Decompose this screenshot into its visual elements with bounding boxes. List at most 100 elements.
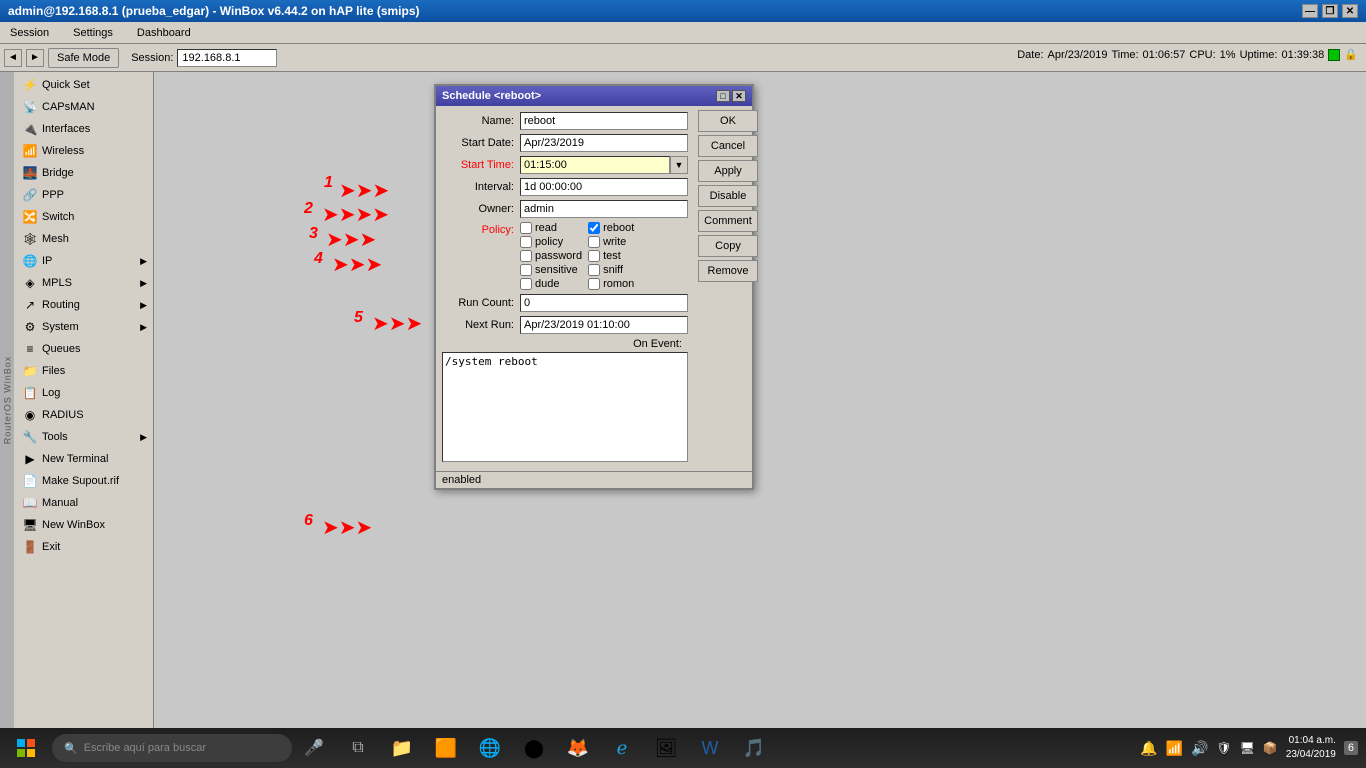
sidebar-item-new-terminal[interactable]: ▶ New Terminal: [14, 448, 153, 470]
session-input[interactable]: [177, 49, 277, 67]
sidebar-item-mesh[interactable]: 🕸 Mesh: [14, 228, 153, 250]
interval-input[interactable]: [520, 178, 688, 196]
start-time-dropdown-button[interactable]: ▼: [670, 156, 688, 174]
start-time-field: ▼: [520, 156, 688, 174]
script-textarea[interactable]: /system reboot: [442, 352, 688, 462]
new-terminal-icon: ▶: [22, 451, 38, 467]
sidebar-item-tools[interactable]: 🔧 Tools: [14, 426, 153, 448]
sidebar-item-files[interactable]: 📁 Files: [14, 360, 153, 382]
taskbar-word[interactable]: W: [692, 732, 728, 764]
forward-button[interactable]: ►: [26, 49, 44, 67]
policy-col-right: reboot write test: [588, 222, 634, 290]
next-run-input[interactable]: [520, 316, 688, 334]
dialog-status-text: enabled: [442, 474, 481, 486]
action-center-indicator[interactable]: 6: [1344, 741, 1358, 755]
sidebar-item-capsman[interactable]: 📡 CAPsMAN: [14, 96, 153, 118]
policy-test-row: test: [588, 250, 634, 262]
policy-reboot-checkbox[interactable]: [588, 222, 600, 234]
policy-dude-checkbox[interactable]: [520, 278, 532, 290]
menu-settings[interactable]: Settings: [67, 25, 119, 41]
sidebar-label-log: Log: [42, 387, 60, 399]
uptime-label: Uptime:: [1240, 49, 1278, 61]
sidebar-item-routing[interactable]: ↗ Routing: [14, 294, 153, 316]
owner-input[interactable]: [520, 200, 688, 218]
ok-button[interactable]: OK: [698, 110, 758, 132]
taskbar-view-button[interactable]: ⧉: [340, 732, 376, 764]
back-button[interactable]: ◄: [4, 49, 22, 67]
sidebar-item-system[interactable]: ⚙ System: [14, 316, 153, 338]
apply-button[interactable]: Apply: [698, 160, 758, 182]
policy-read-checkbox[interactable]: [520, 222, 532, 234]
policy-sensitive-checkbox[interactable]: [520, 264, 532, 276]
sidebar-item-exit[interactable]: 🚪 Exit: [14, 536, 153, 558]
menu-dashboard[interactable]: Dashboard: [131, 25, 197, 41]
policy-romon-checkbox[interactable]: [588, 278, 600, 290]
cancel-button[interactable]: Cancel: [698, 135, 758, 157]
sidebar-item-manual[interactable]: 📖 Manual: [14, 492, 153, 514]
taskbar-edge[interactable]: 🌐: [472, 732, 508, 764]
taskbar-firefox[interactable]: 🦊: [560, 732, 596, 764]
volume-icon[interactable]: 🔊: [1191, 740, 1208, 757]
start-button[interactable]: [8, 732, 44, 764]
sidebar-item-new-winbox[interactable]: 🖥 New WinBox: [14, 514, 153, 536]
interfaces-icon: 🔌: [22, 121, 38, 137]
sidebar-item-ip[interactable]: 🌐 IP: [14, 250, 153, 272]
name-input[interactable]: [520, 112, 688, 130]
comment-button[interactable]: Comment: [698, 210, 758, 232]
cpu-indicator-icon: [1328, 49, 1340, 61]
close-button[interactable]: ✕: [1342, 4, 1358, 18]
sidebar-item-quick-set[interactable]: ⚡ Quick Set: [14, 74, 153, 96]
start-date-input[interactable]: [520, 134, 688, 152]
taskbar-sublime[interactable]: 🟧: [428, 732, 464, 764]
arrow-1: ➤➤➤: [339, 178, 389, 203]
lock-icon: 🔒: [1344, 48, 1358, 61]
policy-policy-checkbox[interactable]: [520, 236, 532, 248]
policy-romon-label: romon: [603, 278, 634, 290]
sidebar-label-make-supout: Make Supout.rif: [42, 475, 119, 487]
main-layout: ⚡ Quick Set 📡 CAPsMAN 🔌 Interfaces 📶 Wir…: [14, 72, 1366, 768]
taskbar-time-value: 01:04 a.m.: [1286, 734, 1336, 748]
dialog-maximize-button[interactable]: □: [716, 90, 730, 102]
capsman-icon: 📡: [22, 99, 38, 115]
taskbar-chrome[interactable]: ⬤: [516, 732, 552, 764]
policy-password-checkbox[interactable]: [520, 250, 532, 262]
annotation-1: 1: [324, 174, 333, 192]
policy-test-checkbox[interactable]: [588, 250, 600, 262]
taskbar-clock[interactable]: 01:04 a.m. 23/04/2019: [1286, 734, 1336, 762]
taskbar-mic-button[interactable]: 🎤: [296, 732, 332, 764]
policy-sniff-checkbox[interactable]: [588, 264, 600, 276]
taskbar-photos[interactable]: 🖼: [648, 732, 684, 764]
remove-button[interactable]: Remove: [698, 260, 758, 282]
sidebar-item-switch[interactable]: 🔀 Switch: [14, 206, 153, 228]
sidebar-label-ip: IP: [42, 255, 52, 267]
notifications-icon[interactable]: 🔔: [1140, 740, 1157, 757]
dialog-close-button[interactable]: ✕: [732, 90, 746, 102]
sidebar-item-log[interactable]: 📋 Log: [14, 382, 153, 404]
sidebar-item-queues[interactable]: ≡ Queues: [14, 338, 153, 360]
taskbar-ie[interactable]: ℯ: [604, 732, 640, 764]
sidebar-label-capsman: CAPsMAN: [42, 101, 95, 113]
disable-button[interactable]: Disable: [698, 185, 758, 207]
routeros-label: RouterOS WinBox: [2, 356, 12, 445]
sidebar-item-bridge[interactable]: 🌉 Bridge: [14, 162, 153, 184]
sidebar: ⚡ Quick Set 📡 CAPsMAN 🔌 Interfaces 📶 Wir…: [14, 72, 154, 768]
policy-write-checkbox[interactable]: [588, 236, 600, 248]
taskbar-app-extra[interactable]: 🎵: [736, 732, 772, 764]
sidebar-item-interfaces[interactable]: 🔌 Interfaces: [14, 118, 153, 140]
start-time-input[interactable]: [520, 156, 670, 174]
toolbar: ◄ ► Safe Mode Session: Date: Apr/23/2019…: [0, 44, 1366, 72]
minimize-button[interactable]: —: [1302, 4, 1318, 18]
copy-button[interactable]: Copy: [698, 235, 758, 257]
sidebar-item-wireless[interactable]: 📶 Wireless: [14, 140, 153, 162]
sidebar-item-make-supout[interactable]: 📄 Make Supout.rif: [14, 470, 153, 492]
maximize-button[interactable]: ❐: [1322, 4, 1338, 18]
menu-session[interactable]: Session: [4, 25, 55, 41]
network-icon[interactable]: 📶: [1166, 740, 1183, 757]
sidebar-item-ppp[interactable]: 🔗 PPP: [14, 184, 153, 206]
sidebar-item-radius[interactable]: ◉ RADIUS: [14, 404, 153, 426]
taskbar-file-explorer[interactable]: 📁: [384, 732, 420, 764]
safe-mode-button[interactable]: Safe Mode: [48, 48, 119, 68]
sidebar-item-mpls[interactable]: ◈ MPLS: [14, 272, 153, 294]
run-count-input[interactable]: [520, 294, 688, 312]
title-bar: admin@192.168.8.1 (prueba_edgar) - WinBo…: [0, 0, 1366, 22]
